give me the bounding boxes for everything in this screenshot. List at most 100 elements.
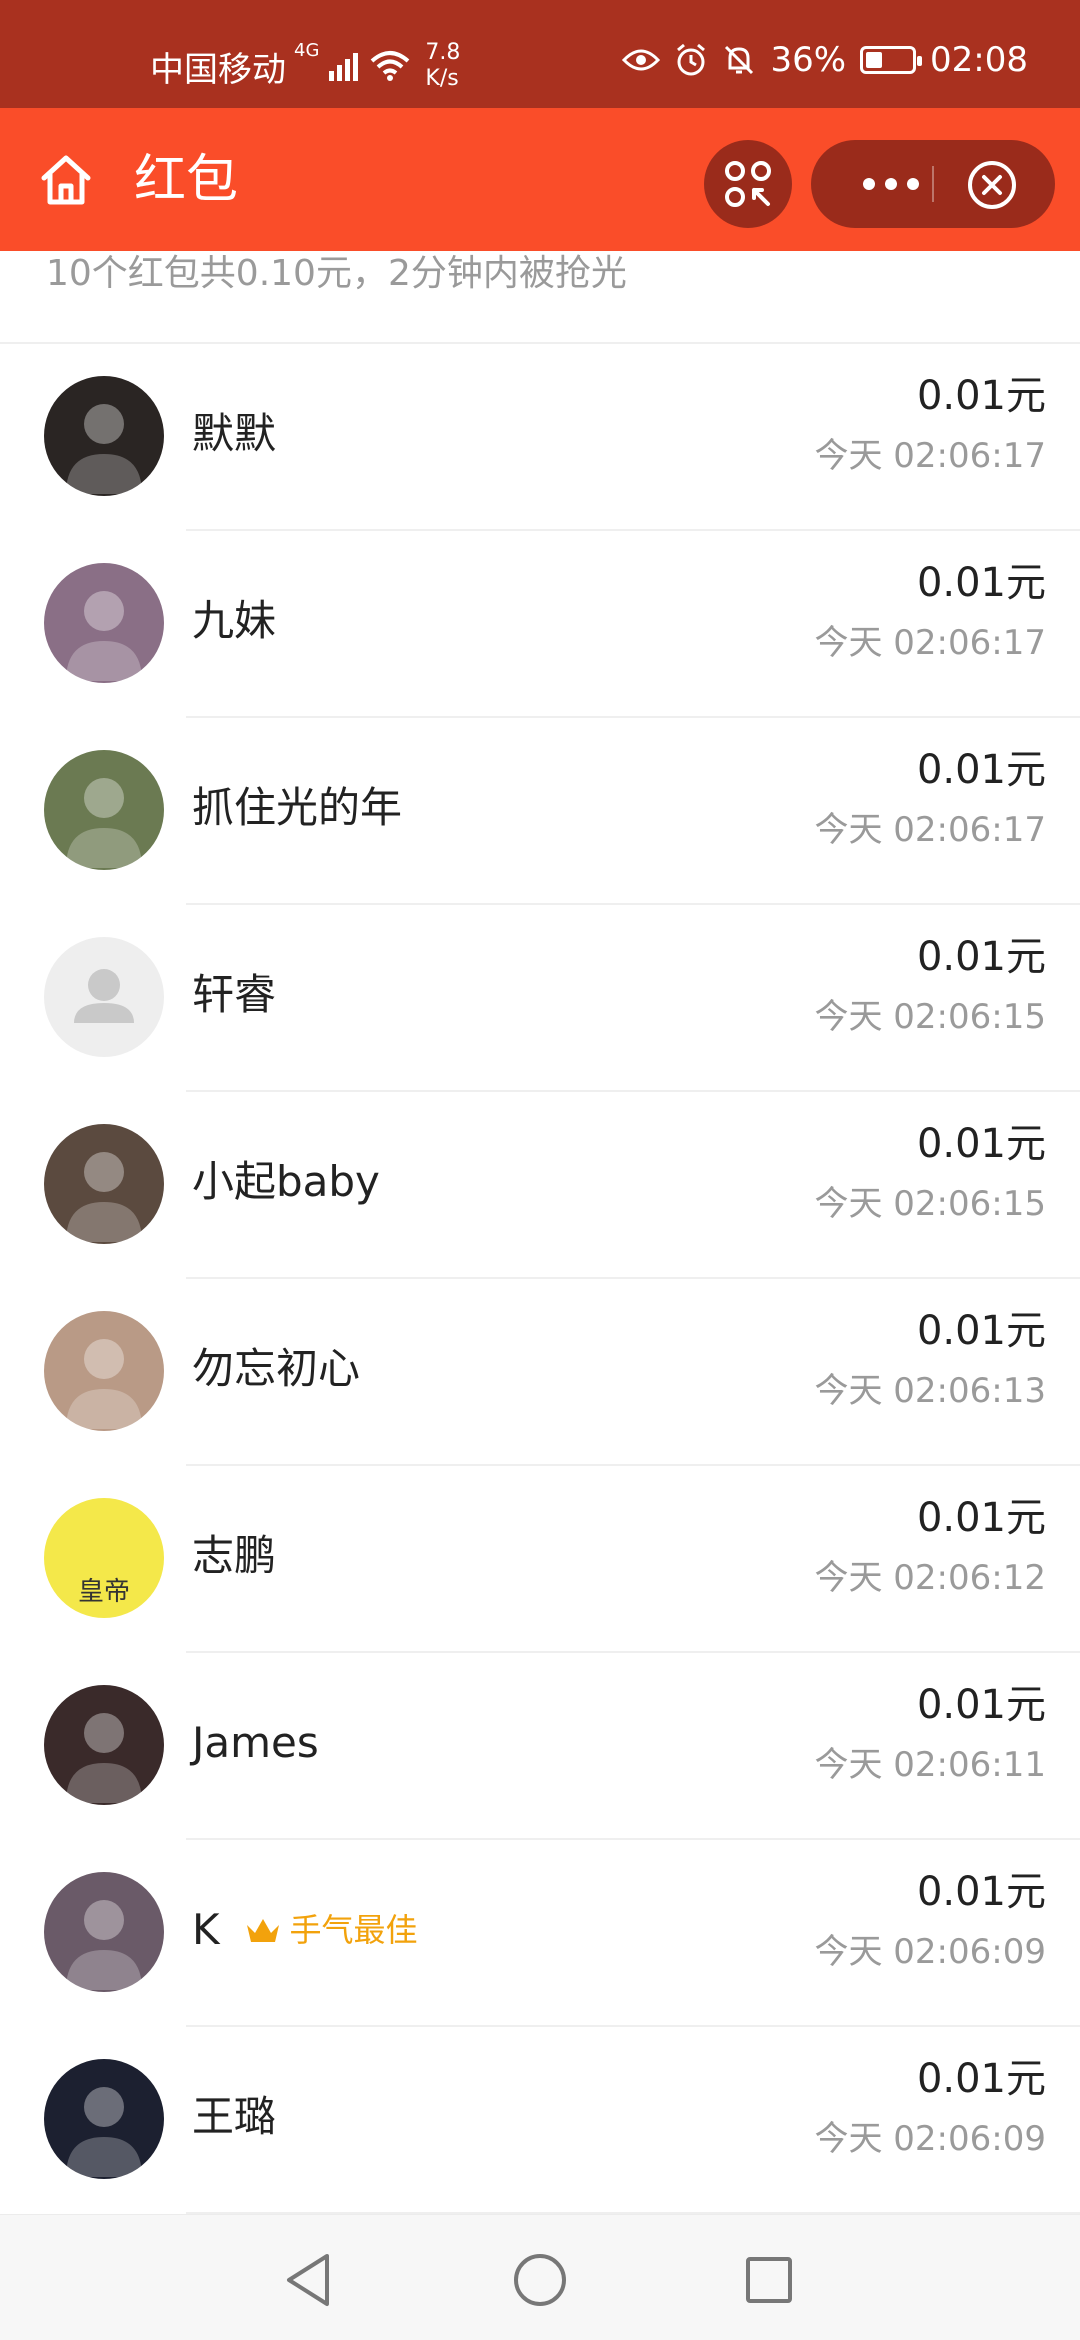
close-icon[interactable] bbox=[967, 160, 1017, 210]
list-item[interactable]: 王璐 0.01元 今天 02:06:09 bbox=[0, 2027, 1080, 2214]
avatar[interactable] bbox=[44, 750, 164, 870]
net-speed-value: 7.8 bbox=[425, 40, 461, 65]
timestamp: 今天 02:06:15 bbox=[814, 997, 1046, 1037]
user-name: 王璐 bbox=[192, 2092, 277, 2141]
amount: 0.01元 bbox=[916, 1869, 1046, 1915]
user-name-wrap: 勿忘初心 bbox=[192, 1341, 360, 1397]
battery-percent: 36% bbox=[770, 40, 847, 80]
list-item[interactable]: James 0.01元 今天 02:06:11 bbox=[0, 1653, 1080, 1840]
list-item[interactable]: 小起baby 0.01元 今天 02:06:15 bbox=[0, 1092, 1080, 1279]
avatar[interactable] bbox=[44, 1685, 164, 1805]
timestamp: 今天 02:06:12 bbox=[814, 1558, 1046, 1598]
summary-text: 10个红包共0.10元，2分钟内被抢光 bbox=[46, 253, 627, 294]
user-name: 默默 bbox=[192, 409, 277, 458]
amount: 0.01元 bbox=[916, 1682, 1046, 1728]
status-right: 36% 02:08 bbox=[622, 40, 1028, 80]
avatar[interactable] bbox=[44, 376, 164, 496]
avatar-photo bbox=[66, 2087, 142, 2177]
user-name: 志鹏 bbox=[192, 1531, 277, 1580]
user-name-wrap: 小起baby bbox=[192, 1154, 380, 1210]
mute-bell-icon bbox=[725, 45, 754, 75]
amount: 0.01元 bbox=[916, 1308, 1046, 1354]
user-name: 勿忘初心 bbox=[192, 1344, 361, 1393]
avatar-photo bbox=[66, 1339, 142, 1429]
user-name-wrap: 志鹏 bbox=[192, 1528, 276, 1584]
home-nav-button[interactable] bbox=[505, 2245, 575, 2315]
timestamp: 今天 02:06:17 bbox=[814, 810, 1046, 850]
list-item[interactable]: 勿忘初心 0.01元 今天 02:06:13 bbox=[0, 1279, 1080, 1466]
user-name-wrap: 九妹 bbox=[192, 593, 276, 649]
amount: 0.01元 bbox=[916, 373, 1046, 419]
avatar[interactable] bbox=[44, 937, 164, 1057]
user-name-wrap: James bbox=[192, 1715, 319, 1771]
user-name: 小起baby bbox=[192, 1157, 380, 1206]
list-item[interactable]: 轩睿 0.01元 今天 02:06:15 bbox=[0, 905, 1080, 1092]
timestamp: 今天 02:06:17 bbox=[814, 436, 1046, 476]
scan-button[interactable] bbox=[704, 140, 792, 228]
clock: 02:08 bbox=[930, 40, 1028, 80]
home-circle-icon bbox=[514, 2254, 566, 2306]
signal-icon bbox=[329, 53, 359, 81]
amount: 0.01元 bbox=[916, 2056, 1046, 2102]
avatar[interactable] bbox=[44, 1124, 164, 1244]
amount: 0.01元 bbox=[916, 560, 1046, 606]
best-luck-badge: 手气最佳 bbox=[244, 1902, 418, 1958]
user-name-wrap: K 手气最佳 bbox=[192, 1902, 418, 1958]
system-nav-bar bbox=[0, 2214, 1080, 2340]
avatar-photo bbox=[66, 1900, 142, 1990]
timestamp: 今天 02:06:17 bbox=[814, 623, 1046, 663]
net-speed-unit: K/s bbox=[425, 66, 459, 91]
user-name: 九妹 bbox=[192, 596, 277, 645]
amount: 0.01元 bbox=[916, 1495, 1046, 1541]
avatar[interactable] bbox=[44, 563, 164, 683]
timestamp: 今天 02:06:13 bbox=[814, 1371, 1046, 1411]
more-icon bbox=[863, 178, 919, 190]
capsule-divider bbox=[932, 166, 934, 202]
avatar[interactable] bbox=[44, 2059, 164, 2179]
carrier-label: 中国移动 bbox=[150, 49, 286, 90]
list-item[interactable]: 默默 0.01元 今天 02:06:17 bbox=[0, 344, 1080, 531]
battery-fill bbox=[866, 52, 883, 68]
scan-icon bbox=[725, 161, 771, 207]
user-name: K bbox=[192, 1905, 220, 1954]
battery-icon bbox=[860, 46, 923, 74]
crown-icon bbox=[246, 1919, 279, 1942]
eye-icon bbox=[622, 49, 661, 71]
user-name-wrap: 默默 bbox=[192, 406, 276, 462]
avatar[interactable]: 皇帝 bbox=[44, 1498, 164, 1618]
list-item[interactable]: 九妹 0.01元 今天 02:06:17 bbox=[0, 531, 1080, 718]
avatar-text: 皇帝 bbox=[77, 1577, 130, 1607]
amount: 0.01元 bbox=[916, 747, 1046, 793]
list-item[interactable]: K 手气最佳 0.01元 今天 02:06:09 bbox=[0, 1840, 1080, 2027]
timestamp: 今天 02:06:09 bbox=[814, 1932, 1046, 1972]
status-bar: 中国移动 4G 7.8 K/s 36% 02:08 bbox=[0, 0, 1080, 108]
timestamp: 今天 02:06:15 bbox=[814, 1184, 1046, 1224]
avatar[interactable] bbox=[44, 1872, 164, 1992]
wifi-icon bbox=[371, 51, 410, 81]
back-button[interactable] bbox=[273, 2245, 343, 2315]
recents-button[interactable] bbox=[734, 2245, 804, 2315]
capsule-menu bbox=[811, 140, 1055, 228]
user-name: 抓住光的年 bbox=[192, 783, 403, 832]
alarm-icon bbox=[677, 43, 706, 76]
avatar-photo bbox=[66, 1152, 142, 1242]
net-speed: 7.8 K/s bbox=[425, 40, 460, 92]
default-avatar-icon bbox=[74, 969, 134, 1023]
user-name-wrap: 轩睿 bbox=[192, 967, 276, 1023]
records-list: 默默 0.01元 今天 02:06:17 九妹 0.01元 今天 02:06:1… bbox=[0, 344, 1080, 2214]
avatar-photo bbox=[66, 591, 142, 681]
avatar[interactable] bbox=[44, 1311, 164, 1431]
timestamp: 今天 02:06:11 bbox=[814, 1745, 1046, 1785]
amount: 0.01元 bbox=[916, 934, 1046, 980]
recents-icon bbox=[746, 2257, 792, 2303]
page-title: 红包 bbox=[134, 150, 239, 210]
back-icon bbox=[287, 2254, 329, 2306]
avatar-photo bbox=[66, 1713, 142, 1803]
badge-label: 手气最佳 bbox=[289, 1911, 418, 1949]
list-item[interactable]: 皇帝 志鹏 0.01元 今天 02:06:12 bbox=[0, 1466, 1080, 1653]
list-item[interactable]: 抓住光的年 0.01元 今天 02:06:17 bbox=[0, 718, 1080, 905]
more-button[interactable] bbox=[841, 164, 941, 204]
home-icon[interactable] bbox=[38, 152, 94, 208]
user-name: 轩睿 bbox=[192, 970, 277, 1019]
avatar-photo bbox=[66, 778, 142, 868]
